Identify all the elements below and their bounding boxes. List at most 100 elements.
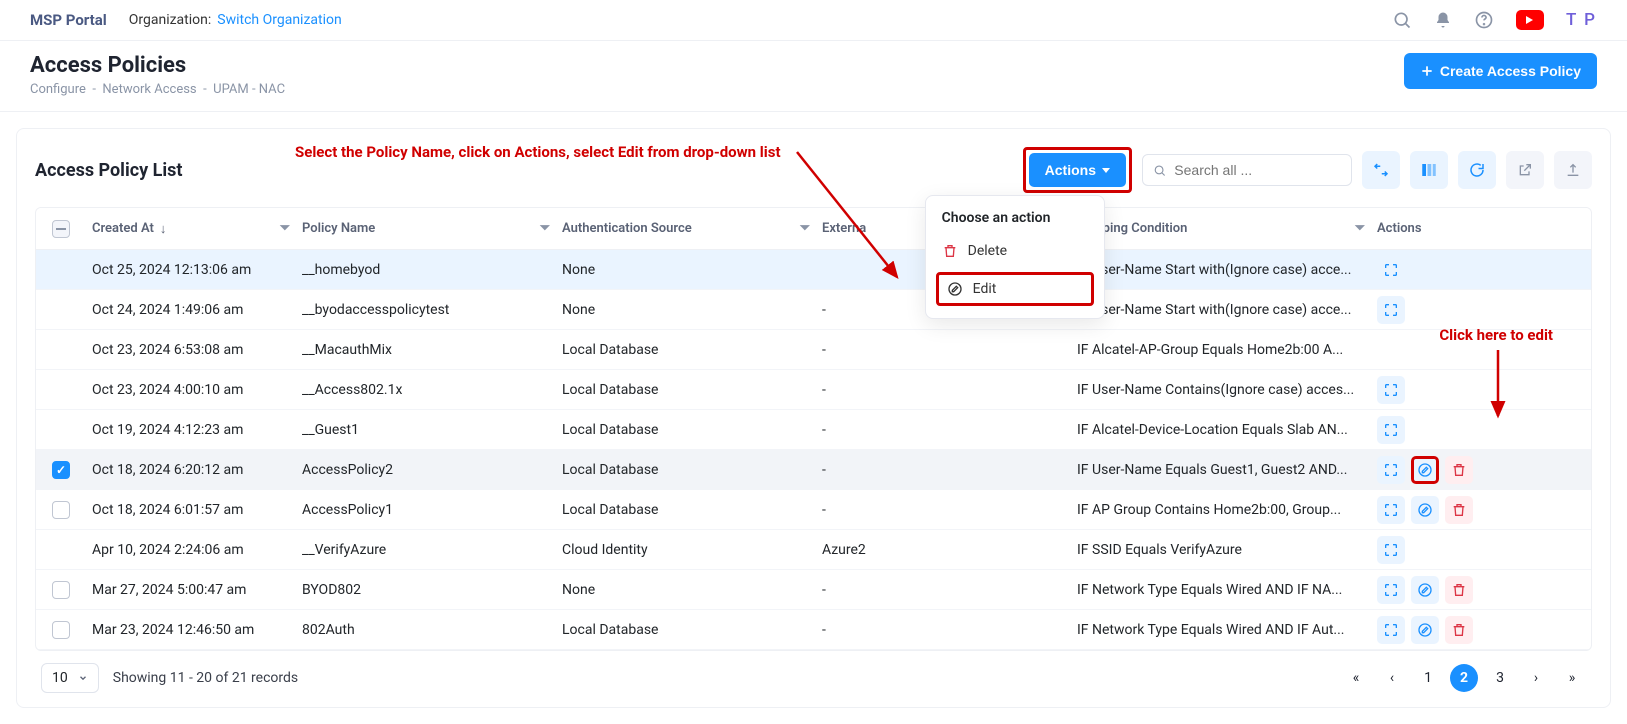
policy-table: Click here to edit Created At ↓⏷ Policy … [35,207,1592,651]
cell-map: IF User-Name Contains(Ignore case) acces… [1071,382,1371,398]
expand-icon[interactable] [1377,496,1405,524]
next-page[interactable]: › [1522,664,1550,692]
cell-name: __Guest1 [296,422,556,438]
delete-icon[interactable] [1445,496,1473,524]
cell-map: IF AP Group Contains Home2b:00, Group... [1071,502,1371,518]
cell-name: __VerifyAzure [296,542,556,558]
edit-icon[interactable] [1411,456,1439,484]
expand-icon[interactable] [1377,616,1405,644]
cell-actions [1371,376,1531,404]
delete-icon[interactable] [1445,576,1473,604]
bell-icon[interactable] [1434,11,1452,29]
cell-auth: None [556,262,816,278]
edit-icon[interactable] [1411,616,1439,644]
page-header: Access Policies Configure - Network Acce… [0,41,1627,112]
help-icon[interactable] [1474,10,1494,30]
crumb-configure[interactable]: Configure [30,82,86,97]
cell-date: Mar 23, 2024 12:46:50 am [86,622,296,638]
table-row[interactable]: Oct 23, 2024 4:00:10 am__Access802.1xLoc… [36,370,1591,410]
cell-date: Oct 23, 2024 4:00:10 am [86,382,296,398]
row-checkbox[interactable] [52,581,70,599]
expand-icon[interactable] [1377,376,1405,404]
page-title: Access Policies [30,53,285,78]
annotation-instruction: Select the Policy Name, click on Actions… [295,143,781,161]
crumb-upam[interactable]: UPAM - NAC [213,82,285,97]
col-created[interactable]: Created At ↓⏷ [86,221,296,237]
delete-icon[interactable] [1445,616,1473,644]
expand-icon[interactable] [1377,256,1405,284]
page-2[interactable]: 2 [1450,664,1478,692]
search-box[interactable] [1142,154,1352,186]
row-checkbox[interactable] [52,621,70,639]
first-page[interactable]: « [1342,664,1370,692]
table-row[interactable]: Mar 23, 2024 12:46:50 am802AuthLocal Dat… [36,610,1591,650]
delete-icon[interactable] [1445,456,1473,484]
col-name[interactable]: Policy Name⏷ [296,221,556,236]
table-row[interactable]: Mar 27, 2024 5:00:47 amBYOD802None-IF Ne… [36,570,1591,610]
export-button[interactable] [1554,151,1592,189]
filter-icon[interactable]: ⏷ [280,221,290,236]
last-page[interactable]: » [1558,664,1586,692]
open-external-button[interactable] [1506,151,1544,189]
table-row[interactable]: Oct 18, 2024 6:20:12 amAccessPolicy2Loca… [36,450,1591,490]
policy-card: Access Policy List Select the Policy Nam… [16,128,1611,708]
actions-btn-highlight: Actions [1023,147,1132,193]
cell-auth: Local Database [556,502,816,518]
cell-name: __Access802.1x [296,382,556,398]
expand-icon[interactable] [1377,576,1405,604]
dropdown-edit-label: Edit [973,281,997,297]
page-1[interactable]: 1 [1414,664,1442,692]
dropdown-delete-label: Delete [968,243,1007,259]
filter-icon[interactable]: ⏷ [800,221,810,236]
dropdown-delete[interactable]: Delete [926,234,1104,268]
refresh-button[interactable] [1458,151,1496,189]
search-icon[interactable] [1392,10,1412,30]
search-input[interactable] [1174,162,1341,178]
actions-label: Actions [1045,162,1096,178]
col-map[interactable]: Mapping Condition⏷ [1071,221,1371,236]
cell-actions [1371,576,1531,604]
expand-icon[interactable] [1377,416,1405,444]
actions-button[interactable]: Actions [1029,153,1126,187]
row-checkbox[interactable] [52,461,70,479]
switch-org-link[interactable]: Switch Organization [217,12,341,28]
youtube-icon[interactable] [1516,10,1544,30]
column-settings-button[interactable] [1410,151,1448,189]
table-row[interactable]: Oct 25, 2024 12:13:06 am__homebyodNoneIF… [36,250,1591,290]
expand-icon[interactable] [1377,456,1405,484]
cell-name: 802Auth [296,622,556,638]
page-3[interactable]: 3 [1486,664,1514,692]
prev-page[interactable]: ‹ [1378,664,1406,692]
cell-actions [1371,296,1531,324]
filter-icon[interactable]: ⏷ [1355,221,1365,236]
user-avatar[interactable]: T P [1566,10,1597,30]
cell-ext: - [816,502,1071,518]
breadcrumb: Configure - Network Access - UPAM - NAC [30,82,285,97]
crumb-network[interactable]: Network Access [102,82,196,97]
col-auth[interactable]: Authentication Source⏷ [556,221,816,236]
table-row[interactable]: Oct 18, 2024 6:01:57 amAccessPolicy1Loca… [36,490,1591,530]
cell-actions [1371,416,1531,444]
edit-icon[interactable] [1411,496,1439,524]
annotation-edit-text: Click here to edit [1439,326,1553,344]
columns-toggle-button[interactable] [1362,151,1400,189]
table-row[interactable]: Oct 19, 2024 4:12:23 am__Guest1Local Dat… [36,410,1591,450]
table-row[interactable]: Apr 10, 2024 2:24:06 am__VerifyAzureClou… [36,530,1591,570]
create-policy-button[interactable]: Create Access Policy [1404,53,1597,89]
cell-auth: None [556,302,816,318]
edit-icon[interactable] [1411,576,1439,604]
filter-icon[interactable]: ⏷ [540,221,550,236]
table-row[interactable]: Oct 24, 2024 1:49:06 am__byodaccesspolic… [36,290,1591,330]
table-row[interactable]: Oct 23, 2024 6:53:08 am__MacauthMixLocal… [36,330,1591,370]
cell-auth: None [556,582,816,598]
cell-actions [1371,496,1531,524]
cell-ext: Azure2 [816,542,1071,558]
expand-icon[interactable] [1377,536,1405,564]
expand-icon[interactable] [1377,296,1405,324]
dropdown-edit[interactable]: Edit [936,272,1094,306]
row-checkbox[interactable] [52,501,70,519]
page-size-select[interactable]: 10 [41,663,99,693]
select-all-checkbox[interactable] [52,220,70,238]
cell-date: Mar 27, 2024 5:00:47 am [86,582,296,598]
cell-name: AccessPolicy1 [296,502,556,518]
